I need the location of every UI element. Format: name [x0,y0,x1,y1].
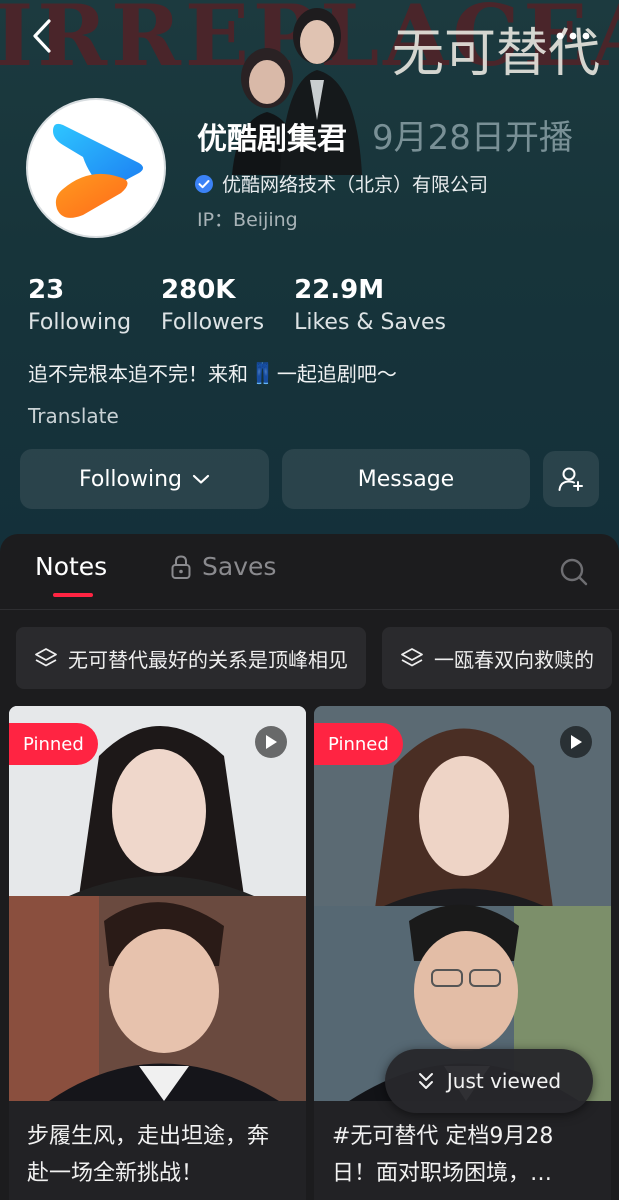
profile-tabs: Notes Saves [0,534,619,610]
note-cover-image [9,706,306,1101]
just-viewed-button[interactable]: Just viewed [385,1049,593,1113]
active-tab-indicator [53,593,93,597]
add-friend-button[interactable] [543,451,599,507]
video-play-icon [560,726,592,758]
bio-text-start: 追不完根本追不完！来和 [28,362,248,386]
stat-followers[interactable]: 280K Followers [161,274,264,340]
pinned-badge: Pinned [9,723,98,765]
profile-stats: 23 Following 280K Followers 22.9M Likes … [28,274,476,340]
following-button-label: Following [78,466,183,492]
chevron-left-icon [33,19,51,53]
collection-label: 无可替代最好的关系是顶峰相见 [68,647,348,672]
profile-header: IRREPLACEABLE 无可替代 9月28日开播 [0,0,619,560]
verified-badge-icon [195,174,213,193]
just-viewed-label: Just viewed [446,1069,562,1093]
profile-page: IRREPLACEABLE 无可替代 9月28日开播 [0,0,619,1200]
avatar[interactable] [26,98,166,238]
stat-value: 23 [28,275,65,305]
stat-label: Followers [161,310,265,335]
jeans-emoji: 👖 [250,360,275,385]
double-chevron-down-icon [418,1073,433,1089]
layers-icon [35,648,57,667]
lock-icon [171,554,191,579]
following-button[interactable]: Following [20,449,269,509]
banner-premiere-date: 9月28日开播 [372,118,573,158]
search-icon[interactable] [558,556,590,588]
tab-saves[interactable]: Saves [170,552,276,581]
translate-link[interactable]: Translate [28,404,119,428]
more-dots-icon [556,32,590,40]
message-button[interactable]: Message [282,449,530,509]
more-button[interactable] [548,16,598,56]
youku-logo-icon [53,123,143,218]
note-card[interactable]: Pinned #无可替代 定档9月28日！面对职场困境，… [314,706,611,1200]
profile-bio: 追不完根本追不完！来和 👖 一起追剧吧～ [28,358,397,387]
collection-chip[interactable]: 无可替代最好的关系是顶峰相见 [16,627,366,689]
pinned-badge: Pinned [314,723,403,765]
chevron-down-icon [192,474,210,484]
collection-label: 一瓯春双向救赎的 [434,647,594,672]
collections-row: 无可替代最好的关系是顶峰相见 一瓯春双向救赎的 [16,627,612,689]
stat-label: Following [28,310,132,335]
tab-notes[interactable]: Notes [35,552,107,581]
bio-text-end: 一起追剧吧～ [276,362,397,386]
tab-saves-label: Saves [202,552,277,581]
note-card[interactable]: Pinned 步履生风，走出坦途，奔赴一场全新挑战！ [9,706,306,1200]
note-cover-image [314,706,611,1101]
verified-org-row: 优酷网络技术（北京）有限公司 [194,170,488,197]
ip-location: IP：Beijing [197,209,298,231]
note-title: #无可替代 定档9月28日！面对职场困境，… [332,1124,554,1186]
add-user-icon [558,467,583,491]
verified-org-label: 优酷网络技术（北京）有限公司 [222,174,489,196]
video-play-icon [255,726,287,758]
stat-value: 22.9M [294,275,385,305]
note-title: 步履生风，走出坦途，奔赴一场全新挑战！ [27,1124,270,1186]
stat-likes-saves[interactable]: 22.9M Likes & Saves [294,274,446,340]
stat-value: 280K [161,275,236,305]
stat-following[interactable]: 23 Following [28,274,131,340]
layers-icon [401,648,423,667]
message-button-label: Message [357,466,455,492]
stat-label: Likes & Saves [294,310,447,335]
profile-name: 优酷剧集君 [197,122,347,157]
back-button[interactable] [22,14,62,58]
collection-chip[interactable]: 一瓯春双向救赎的 [382,627,612,689]
